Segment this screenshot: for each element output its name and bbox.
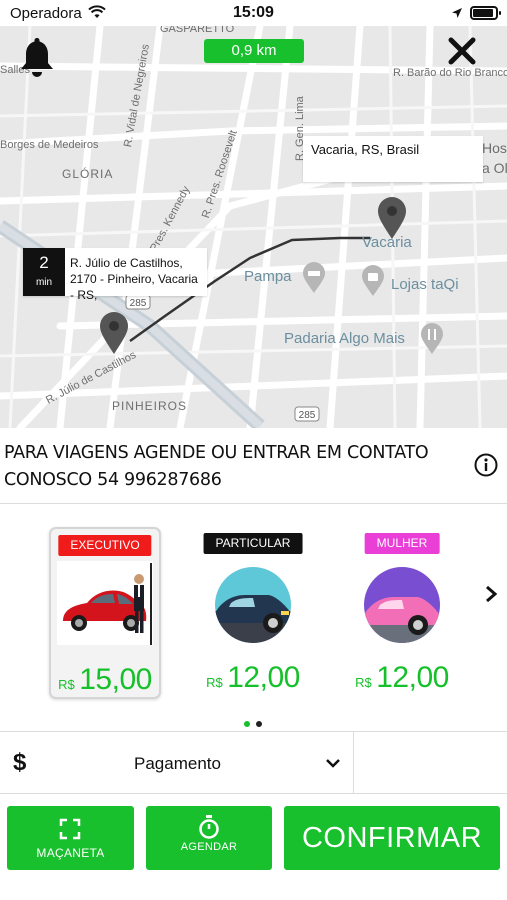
ride-option-particular[interactable]: PARTICULAR R$ 12,00 (197, 527, 309, 699)
origin-callout: 2 min R. Júlio de Castilhos, 2170 - Pinh… (23, 248, 207, 302)
origin-address: R. Júlio de Castilhos, 2170 - Pinheiro, … (65, 248, 207, 302)
pagination-dots (244, 714, 268, 732)
expand-icon (59, 818, 81, 845)
payment-row: $ Pagamento (0, 731, 507, 794)
destination-pin-icon[interactable] (377, 196, 407, 245)
macaneta-button[interactable]: MAÇANETA (7, 806, 134, 870)
option-currency: R$ (206, 675, 223, 690)
dollar-icon: $ (13, 749, 27, 776)
contact-notice: PARA VIAGENS AGENDE OU ENTRAR EM CONTATO… (4, 443, 429, 490)
restaurant-pin-icon (420, 323, 444, 360)
map-poi-label: Hosp (482, 140, 507, 156)
option-price: R$ 12,00 (346, 661, 458, 695)
svg-text:285: 285 (130, 298, 147, 309)
shopping-pin-icon (361, 265, 385, 302)
destination-callout: Vacaria, RS, Brasil (303, 136, 483, 182)
destination-label: Vacaria, RS, Brasil (311, 142, 420, 157)
mulher-car-image (364, 567, 440, 643)
agendar-label: AGENDAR (180, 841, 238, 853)
payment-divider (353, 732, 354, 794)
map-poi-lojas: Lojas taQi (391, 276, 459, 293)
option-price-value: 12,00 (376, 661, 449, 694)
payment-select[interactable]: Pagamento (134, 754, 221, 774)
map-area-label: GLÓRIA (62, 167, 114, 181)
option-badge: MULHER (364, 533, 440, 554)
option-price-value: 15,00 (79, 663, 152, 696)
option-price: R$ 15,00 (51, 663, 159, 697)
executive-car-image (57, 561, 153, 645)
map-view[interactable]: 285 285 GASPARETTO Salles R. Barão do Ri… (0, 26, 507, 428)
eta-badge: 2 min (23, 248, 65, 296)
location-arrow-icon (451, 6, 463, 24)
confirm-label: CONFIRMAR (301, 822, 483, 854)
option-badge: EXECUTIVO (58, 535, 152, 556)
chevron-down-icon[interactable] (325, 756, 341, 774)
distance-badge: 0,9 km (204, 39, 304, 63)
bell-icon[interactable] (19, 36, 55, 83)
ride-option-mulher[interactable]: MULHER R$ 12,00 (346, 527, 458, 699)
map-area-label: PINHEIROS (112, 399, 188, 413)
option-currency: R$ (58, 677, 75, 692)
eta-unit: min (35, 277, 53, 288)
option-price-value: 12,00 (227, 661, 300, 694)
agendar-button[interactable]: AGENDAR (146, 806, 272, 870)
map-street-label: GASPARETTO (160, 26, 235, 35)
close-icon[interactable] (447, 36, 477, 71)
map-poi-label: a Oli (482, 160, 507, 176)
stopwatch-icon (198, 815, 220, 844)
origin-pin-icon[interactable] (99, 311, 129, 360)
option-price: R$ 12,00 (197, 661, 309, 695)
eta-value: 2 (39, 253, 49, 272)
ride-option-executivo[interactable]: EXECUTIVO R$ 15,00 (49, 527, 161, 699)
confirm-button[interactable]: CONFIRMAR (284, 806, 500, 870)
clock: 15:09 (233, 4, 274, 21)
option-badge: PARTICULAR (203, 533, 303, 554)
divider (0, 503, 507, 504)
map-poi-padaria: Padaria Algo Mais (284, 330, 405, 347)
map-poi-pampa: Pampa (244, 268, 292, 285)
macaneta-label: MAÇANETA (36, 846, 105, 860)
hotel-pin-icon (302, 262, 326, 299)
svg-text:285: 285 (299, 410, 316, 421)
info-icon[interactable] (474, 453, 498, 482)
option-currency: R$ (355, 675, 372, 690)
page-dot (256, 721, 262, 727)
particular-car-image (215, 567, 291, 643)
status-bar: Operadora 15:09 (0, 0, 507, 26)
map-street-label: Borges de Medeiros (0, 139, 99, 151)
map-streets: 285 285 (0, 26, 507, 428)
page-dot-active (244, 721, 250, 727)
chevron-right-icon[interactable] (484, 585, 498, 608)
battery-icon (470, 6, 501, 20)
